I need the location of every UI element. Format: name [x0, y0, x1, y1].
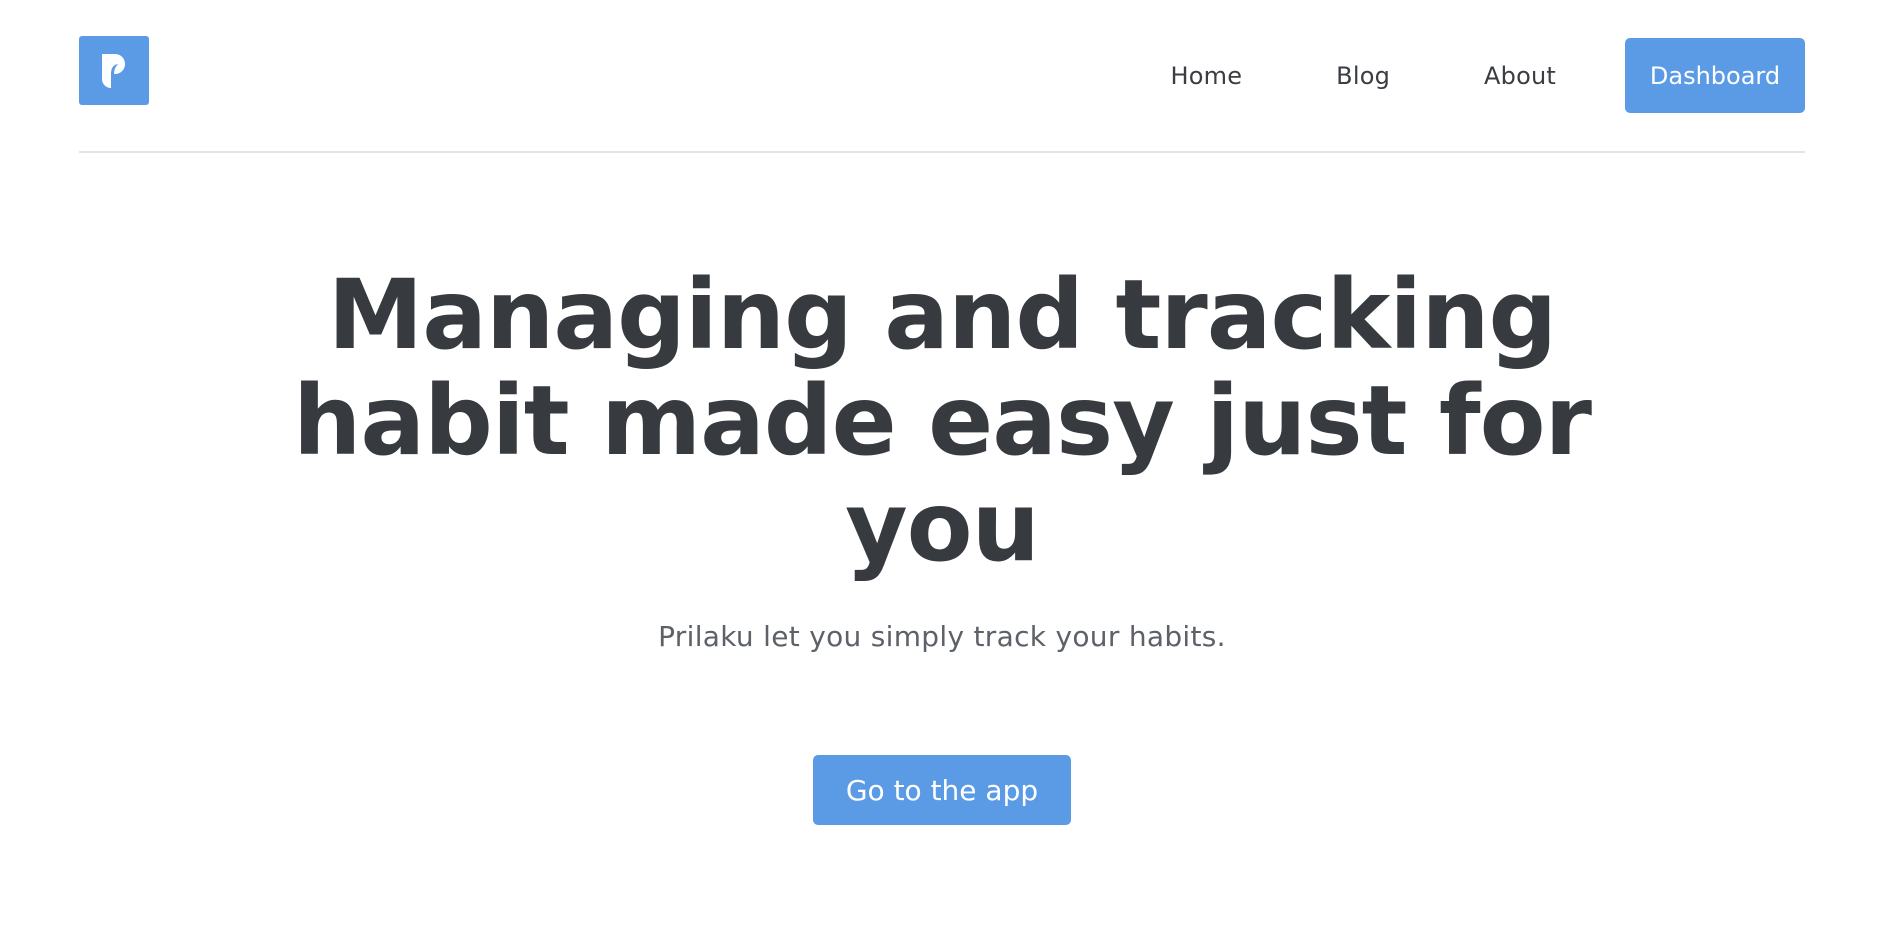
hero-section: Managing and tracking habit made easy ju… — [0, 262, 1884, 653]
go-to-app-button[interactable]: Go to the app — [813, 755, 1071, 825]
nav-home-link[interactable]: Home — [1170, 62, 1242, 90]
hero-title: Managing and tracking habit made easy ju… — [293, 259, 1592, 583]
logo[interactable] — [79, 36, 149, 105]
hero-subtitle: Prilaku let you simply track your habits… — [658, 620, 1226, 653]
nav-about-link[interactable]: About — [1484, 62, 1556, 90]
main-nav: Home Blog About Dashboard — [1170, 38, 1805, 113]
prilaku-logo-icon — [102, 53, 125, 88]
site-header: Home Blog About Dashboard — [79, 0, 1805, 153]
nav-blog-link[interactable]: Blog — [1336, 62, 1390, 90]
landing-page: Home Blog About Dashboard Managing and t… — [0, 0, 1884, 926]
dashboard-button[interactable]: Dashboard — [1625, 38, 1805, 113]
